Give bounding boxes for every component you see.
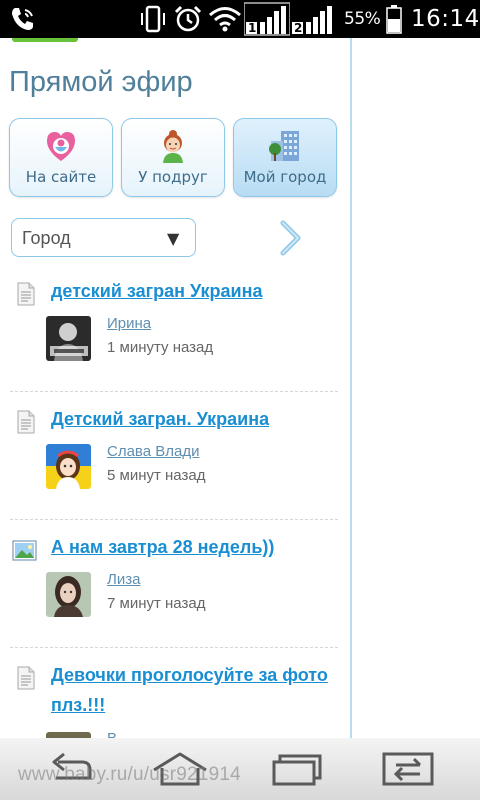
photo-icon (12, 540, 37, 561)
battery-icon (385, 0, 403, 38)
author-link[interactable]: Слава Влади (107, 443, 199, 460)
feed-item-title-link[interactable]: Девочки проголосуйте за фото плз.!!! (51, 660, 341, 720)
filter-friends-button[interactable]: У подруг (121, 118, 225, 197)
next-arrow-icon[interactable] (278, 220, 304, 256)
feed-item: детский загран Украина Ирина 1 минуту на… (0, 281, 350, 410)
status-bar: 1 2 55% 16:14 (0, 0, 480, 38)
item-separator (10, 519, 338, 520)
author-link[interactable]: Ирина (107, 315, 151, 332)
document-icon (17, 282, 35, 306)
column-divider (350, 38, 352, 738)
time-ago: 5 минут назад (107, 467, 206, 484)
dual-window-button[interactable] (378, 748, 438, 790)
feed-item: А нам завтра 28 недель)) Лиза 7 минут на… (0, 537, 350, 666)
time-ago: 7 минут назад (107, 595, 206, 612)
item-separator (10, 391, 338, 392)
page-content: Прямой эфир На сайте У подруг Мой город … (0, 38, 480, 738)
girl-avatar-icon (122, 129, 224, 163)
feed-item-title-link[interactable]: Детский загран. Украина (51, 404, 341, 434)
document-icon (17, 410, 35, 434)
dropdown-arrow-icon: ▼ (167, 229, 180, 248)
author-link[interactable]: В (107, 730, 117, 738)
feed-item: Детский загран. Украина Слава Влади 5 ми… (0, 409, 350, 538)
top-tab-indicator (12, 38, 78, 42)
feed-item-title-link[interactable]: детский загран Украина (51, 276, 341, 306)
svg-text:1: 1 (248, 21, 256, 35)
feed-item: Девочки проголосуйте за фото плз.!!! В (0, 665, 350, 738)
filter-my-city-label: Мой город (243, 168, 327, 186)
signal-sim1-icon: 1 (244, 0, 290, 38)
filter-friends-label: У подруг (138, 168, 208, 186)
wifi-icon (208, 0, 242, 38)
phone-call-icon (8, 0, 38, 38)
filter-on-site-button[interactable]: На сайте (9, 118, 113, 197)
city-buildings-icon (234, 129, 336, 163)
svg-text:2: 2 (294, 21, 302, 35)
author-link[interactable]: Лиза (107, 571, 140, 588)
city-select-value: Город (22, 228, 71, 248)
time-ago: 1 минуту назад (107, 339, 214, 356)
url-watermark: www.baby.ru/u/usr921914 (18, 764, 241, 785)
feed-item-title-link[interactable]: А нам завтра 28 недель)) (51, 532, 341, 562)
avatar[interactable] (46, 444, 91, 489)
avatar[interactable] (46, 572, 91, 617)
city-select[interactable]: Город ▼ (11, 218, 196, 257)
filter-on-site-label: На сайте (25, 168, 97, 186)
clock: 16:14 (411, 6, 480, 32)
recent-apps-button[interactable] (268, 748, 326, 790)
document-icon (17, 666, 35, 690)
filter-my-city-button[interactable]: Мой город (233, 118, 337, 197)
babyru-logo-icon (10, 129, 112, 163)
battery-percent: 55% (344, 9, 381, 29)
alarm-icon (173, 0, 203, 38)
signal-sim2-icon: 2 (292, 0, 338, 38)
vibrate-icon (138, 0, 168, 38)
avatar[interactable] (46, 316, 91, 361)
item-separator (10, 647, 338, 648)
page-title: Прямой эфир (9, 66, 193, 98)
